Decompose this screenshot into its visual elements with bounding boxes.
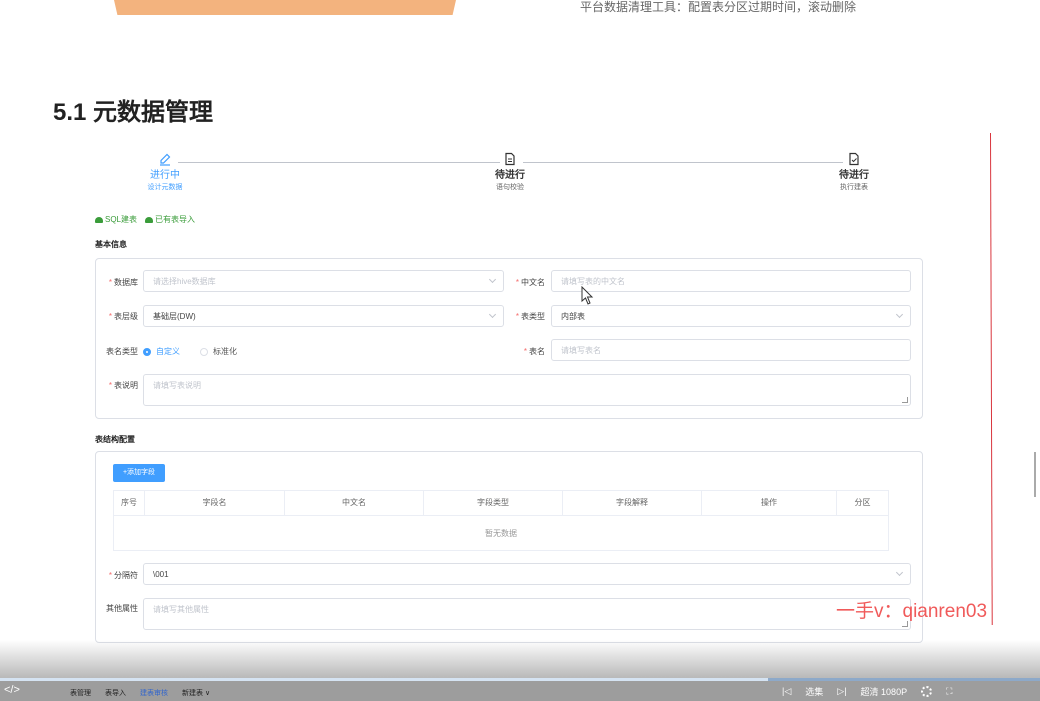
document-check-icon <box>849 152 859 166</box>
table-type-select[interactable]: 内部表 <box>551 305 911 327</box>
table-desc-placeholder: 请填写表说明 <box>153 381 201 390</box>
database-label: * 数据库 <box>108 278 138 287</box>
other-props-placeholder: 请填写其他属性 <box>153 605 209 614</box>
step-execute-desc: 执行建表 <box>840 184 868 191</box>
step-execute: 待进行 执行建表 <box>829 152 879 194</box>
sql-create-link[interactable]: SQL建表 <box>95 214 137 225</box>
add-field-button[interactable]: +添加字段 <box>113 464 165 482</box>
col-field-desc: 字段解释 <box>563 491 702 515</box>
chevron-down-icon <box>488 310 497 319</box>
import-existing-label: 已有表导入 <box>155 215 196 224</box>
chevron-down-icon <box>895 568 904 577</box>
col-cn-name: 中文名 <box>285 491 424 515</box>
radio-dot-icon <box>200 347 208 356</box>
table-name-label: * 表名 <box>523 347 545 356</box>
chevron-down-icon <box>488 275 497 284</box>
cn-name-placeholder: 请填写表的中文名 <box>561 277 625 286</box>
table-header: 序号 字段名 中文名 字段类型 字段解释 操作 分区 <box>114 491 888 516</box>
name-type-label: 表名类型 <box>106 347 138 356</box>
player-right-controls: |◁ 选集 ▷| 超清 1080P ⛶ <box>782 685 952 698</box>
tab-table-import: 表导入 <box>105 690 126 697</box>
cloud-upload-icon <box>145 216 154 223</box>
annotation-red-line <box>990 132 993 625</box>
table-name-input[interactable]: 请填写表名 <box>551 339 911 361</box>
delimiter-label: * 分隔符 <box>108 571 138 580</box>
database-select[interactable]: 请选择hive数据库 <box>143 270 504 292</box>
player-control-bar: </> 表管理 表导入 建表审核 新建表 ∨ |◁ 选集 ▷| 超清 1080P… <box>0 681 1040 701</box>
table-type-label: * 表类型 <box>515 312 545 321</box>
table-empty-text: 暂无数据 <box>485 529 517 538</box>
radio-custom[interactable]: 自定义 <box>143 346 180 357</box>
scrollbar-thumb[interactable] <box>1034 452 1036 497</box>
tab-new-table: 新建表 ∨ <box>182 690 211 697</box>
other-props-label: 其他属性 <box>106 604 138 613</box>
cloud-upload-icon <box>95 216 103 223</box>
table-desc-label: * 表说明 <box>108 381 138 390</box>
step-validate-title: 待进行 <box>495 170 525 181</box>
code-icon[interactable]: </> <box>4 684 20 696</box>
layer-select[interactable]: 基础层(DW) <box>143 305 504 327</box>
layer-value: 基础层(DW) <box>153 312 196 321</box>
step-line-2 <box>523 162 843 163</box>
col-actions: 操作 <box>702 491 837 515</box>
radio-custom-label: 自定义 <box>156 347 180 356</box>
step-design-title: 进行中 <box>150 170 180 181</box>
resize-handle-icon[interactable] <box>902 397 908 403</box>
table-desc-textarea[interactable]: 请填写表说明 <box>143 374 911 406</box>
fullscreen-icon[interactable]: ⛶ <box>946 686 952 697</box>
section-title: 5.1 元数据管理 <box>53 99 214 126</box>
step-execute-title: 待进行 <box>839 170 869 181</box>
top-caption: 平台数据清理工具：配置表分区过期时间，滚动删除 <box>580 0 857 14</box>
cn-name-input[interactable]: 请填写表的中文名 <box>551 270 911 292</box>
col-field-type: 字段类型 <box>424 491 563 515</box>
sql-create-label: SQL建表 <box>105 215 138 224</box>
steps-indicator: 进行中 设计元数据 待进行 语句校验 待进行 执行建表 <box>95 152 925 204</box>
next-icon[interactable]: ▷| <box>837 686 846 697</box>
database-placeholder: 请选择hive数据库 <box>153 277 216 286</box>
player-gradient <box>0 640 1040 680</box>
col-field-name: 字段名 <box>145 491 285 515</box>
fields-table: 序号 字段名 中文名 字段类型 字段解释 操作 分区 暂无数据 <box>113 490 889 551</box>
import-existing-link[interactable]: 已有表导入 <box>145 214 195 225</box>
player-page-tabs: 表管理 表导入 建表审核 新建表 ∨ <box>70 688 210 698</box>
structure-heading: 表结构配置 <box>95 435 135 444</box>
quality-button[interactable]: 超清 1080P <box>861 685 908 698</box>
delimiter-value: \001 <box>153 570 169 579</box>
step-design-desc: 设计元数据 <box>147 184 183 191</box>
tab-table-review: 建表审核 <box>140 690 168 697</box>
gear-icon[interactable] <box>921 686 933 697</box>
table-type-value: 内部表 <box>561 312 585 321</box>
col-partition: 分区 <box>854 498 871 507</box>
radio-standard-label: 标准化 <box>213 347 237 356</box>
mouse-cursor-icon <box>581 286 594 305</box>
document-icon <box>505 152 515 166</box>
table-name-placeholder: 请填写表名 <box>561 346 601 355</box>
watermark-text: 一手v：qianren03 <box>836 601 988 622</box>
radio-dot-icon <box>143 347 151 356</box>
cn-name-label: * 中文名 <box>515 278 545 287</box>
step-line-1 <box>178 162 500 163</box>
step-validate: 待进行 语句校验 <box>485 152 535 194</box>
step-validate-desc: 语句校验 <box>496 184 524 191</box>
import-links: SQL建表 已有表导入 <box>95 214 195 225</box>
tab-table-manage: 表管理 <box>70 690 91 697</box>
episodes-button[interactable]: 选集 <box>805 685 823 698</box>
delimiter-select[interactable]: \001 <box>143 563 911 585</box>
layer-label: * 表层级 <box>108 312 138 321</box>
basic-info-heading: 基本信息 <box>95 240 127 249</box>
chevron-down-icon <box>895 310 904 319</box>
edit-icon <box>160 153 171 166</box>
col-index: 序号 <box>114 491 145 515</box>
top-banner-shape <box>114 0 456 15</box>
radio-standard[interactable]: 标准化 <box>200 346 237 357</box>
other-props-textarea[interactable]: 请填写其他属性 <box>143 598 911 630</box>
step-design: 进行中 设计元数据 <box>140 152 190 194</box>
prev-icon[interactable]: |◁ <box>782 686 791 697</box>
